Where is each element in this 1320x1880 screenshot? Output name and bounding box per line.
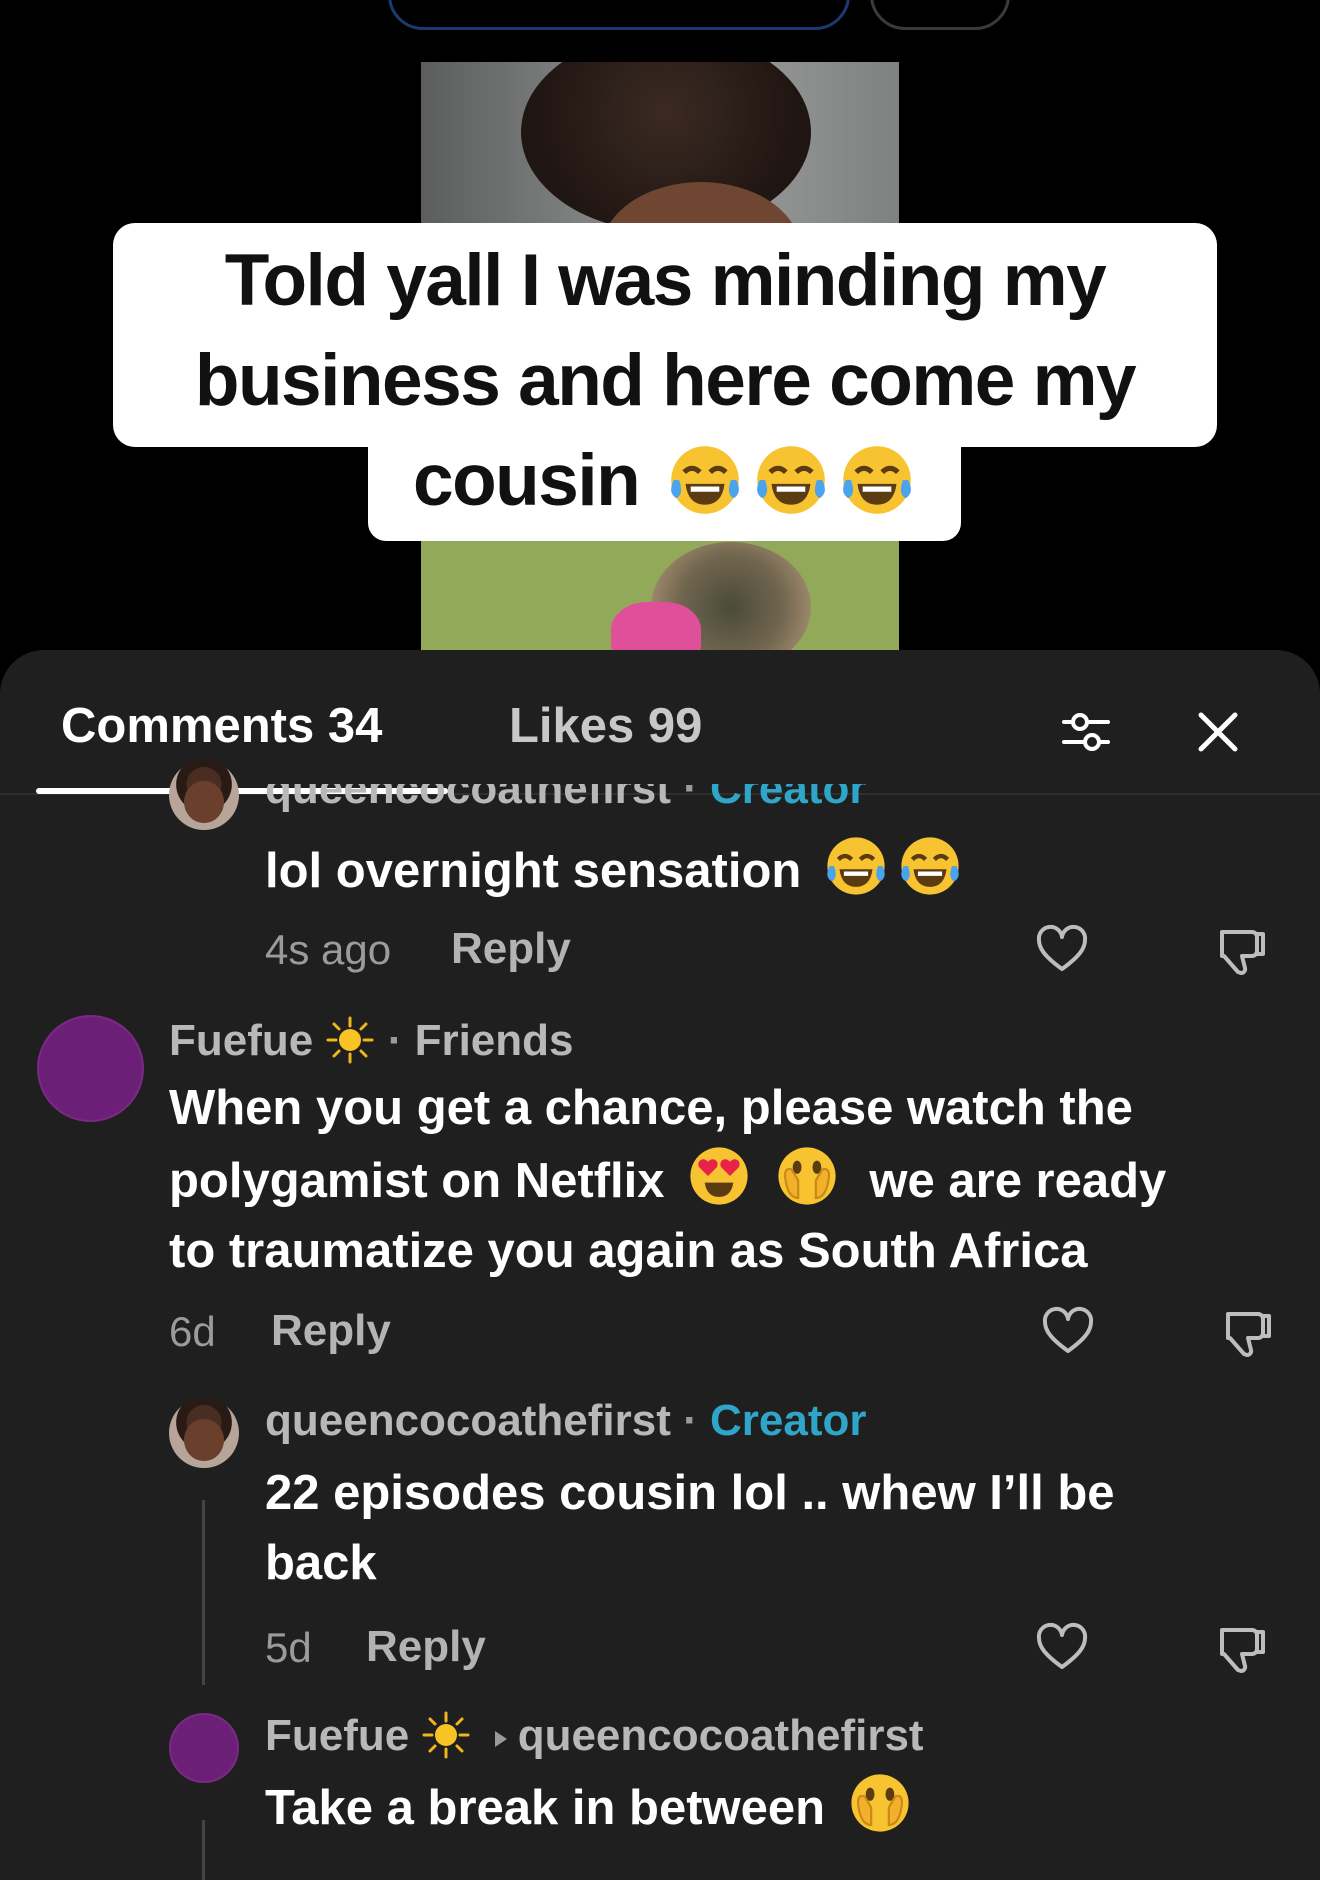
tab-comments[interactable]: Comments 34 bbox=[61, 698, 382, 754]
caption-line-1: Told yall I was minding my bbox=[224, 240, 1107, 321]
filter-button[interactable] bbox=[1054, 700, 1118, 764]
reply-to-author[interactable]: queencocoathefirst bbox=[518, 1711, 924, 1760]
creator-tag: Creator bbox=[709, 1396, 867, 1445]
comment-author-line: queencocoathefirst · Creator bbox=[265, 1396, 867, 1445]
tears-of-joy-emoji bbox=[671, 446, 739, 514]
comment-time: 6d bbox=[169, 1308, 216, 1355]
caption-line-2: business and here come my bbox=[194, 340, 1137, 421]
heart-outline-icon[interactable] bbox=[1034, 922, 1090, 978]
top-pill-button[interactable] bbox=[388, 0, 850, 30]
comment-text: 22 episodes cousin lol .. whew I’ll be b… bbox=[265, 1466, 1115, 1590]
avatar[interactable] bbox=[37, 1015, 144, 1122]
comment-author[interactable]: Fuefue bbox=[169, 1016, 313, 1065]
comment-author-line: Fuefue queencocoathefirst bbox=[265, 1710, 924, 1761]
tears-of-joy-emoji bbox=[843, 446, 911, 514]
comment-text: lol overnight sensation bbox=[265, 833, 963, 906]
thread-line bbox=[202, 1500, 205, 1685]
comment-time: 4s ago bbox=[265, 926, 392, 973]
hand-over-mouth-emoji bbox=[851, 1774, 909, 1832]
tears-of-joy-emoji bbox=[827, 837, 885, 895]
hand-over-mouth-emoji bbox=[778, 1147, 836, 1205]
avatar[interactable] bbox=[169, 1713, 239, 1783]
comment-author[interactable]: Fuefue bbox=[265, 1711, 409, 1760]
avatar[interactable] bbox=[169, 1398, 239, 1468]
thumbs-down-icon[interactable] bbox=[1220, 1304, 1276, 1360]
close-icon bbox=[1198, 712, 1238, 752]
reply-button[interactable]: Reply bbox=[451, 924, 571, 974]
sun-emoji bbox=[422, 1711, 470, 1759]
heart-outline-icon[interactable] bbox=[1040, 1304, 1096, 1360]
close-button[interactable] bbox=[1186, 700, 1250, 764]
reply-button[interactable]: Reply bbox=[366, 1622, 486, 1672]
tears-of-joy-emoji bbox=[901, 837, 959, 895]
sliders-icon bbox=[1062, 713, 1110, 751]
thumbs-down-icon[interactable] bbox=[1214, 1620, 1270, 1676]
avatar[interactable] bbox=[169, 760, 239, 830]
comments-sheet: Comments 34 Likes 99 queencocoathefirst … bbox=[0, 650, 1320, 1880]
comment-time: 5d bbox=[265, 1624, 312, 1671]
comment-text: When you get a chance, please watch the … bbox=[169, 1081, 1167, 1278]
tears-of-joy-emoji bbox=[757, 446, 825, 514]
comment-author-line: Fuefue · Friends bbox=[169, 1016, 574, 1065]
thread-line bbox=[202, 1820, 205, 1880]
heart-outline-icon[interactable] bbox=[1034, 1620, 1090, 1676]
friends-tag: Friends bbox=[414, 1016, 574, 1065]
caret-right-icon bbox=[494, 1731, 507, 1747]
thumbs-down-icon[interactable] bbox=[1214, 922, 1270, 978]
comment-author[interactable]: queencocoathefirst bbox=[265, 1396, 671, 1445]
caption-line-3: cousin bbox=[368, 432, 961, 530]
heart-eyes-emoji bbox=[690, 1147, 748, 1205]
top-round-button[interactable] bbox=[870, 0, 1010, 30]
sun-emoji bbox=[326, 1016, 374, 1064]
comment-text: Take a break in between bbox=[265, 1770, 913, 1843]
video-player[interactable]: Told yall I was minding my business and … bbox=[0, 0, 1320, 662]
reply-button[interactable]: Reply bbox=[271, 1306, 391, 1356]
tab-likes[interactable]: Likes 99 bbox=[509, 698, 702, 754]
